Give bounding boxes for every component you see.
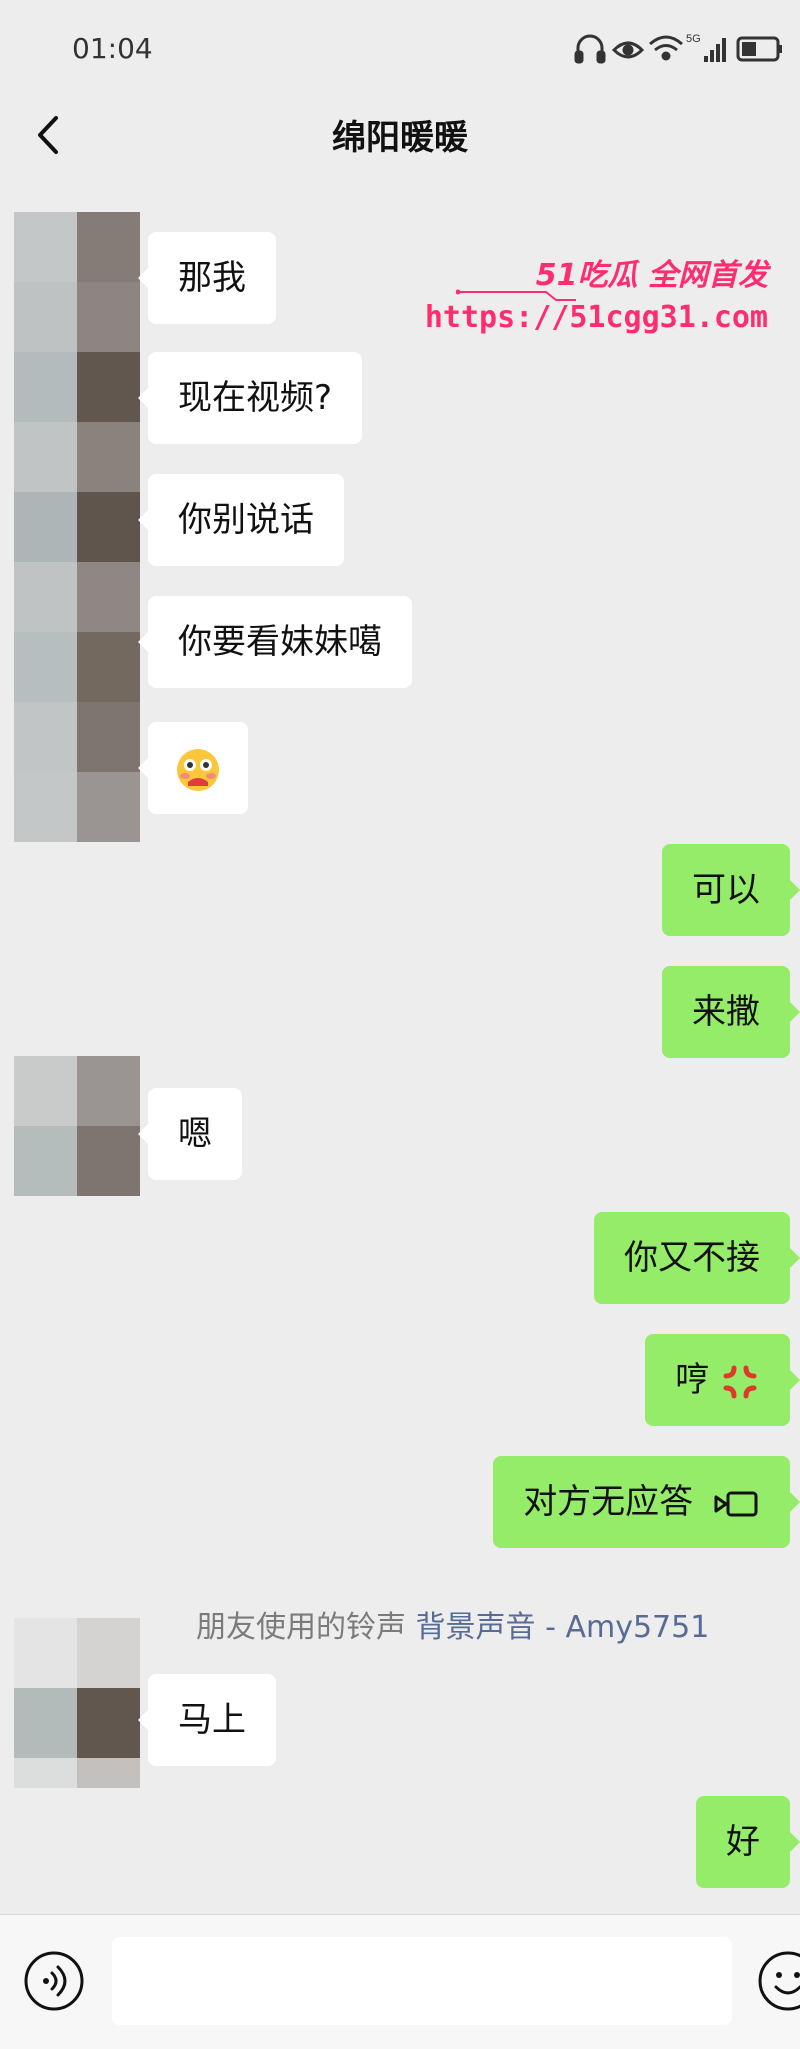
message-bubble[interactable]: 现在视频? [137, 352, 363, 444]
message-text: 对方无应答 [523, 1482, 694, 1522]
message-bubble[interactable]: 嗯 [138, 1088, 242, 1180]
watermark-url: https://51cgg31.com [424, 300, 768, 335]
message-bubble[interactable]: 你又不接 [594, 1212, 800, 1304]
anger-symbol-emoji [723, 1365, 757, 1398]
flushed-face-emoji [177, 748, 219, 791]
message-input[interactable] [112, 1937, 732, 2025]
status-time: 01:04 [72, 32, 153, 65]
message-list[interactable]: 那我 现在视频? 你别说话 你要看妹妹噶 可以 来撒 嗯 你又不接 哼 对方无应… [0, 176, 800, 1914]
ringtone-link[interactable]: 背景声音 - Amy5751 [416, 1610, 710, 1645]
message-bubble[interactable]: 好 [696, 1796, 800, 1888]
watermark: 51吃瓜 全网首发 https://51cgg31.com [425, 250, 776, 350]
message-bubble[interactable]: 可以 [662, 844, 800, 936]
emoji-icon[interactable] [756, 1949, 800, 2013]
headphones-icon [574, 34, 606, 64]
avatar[interactable] [14, 212, 140, 842]
eye-icon [611, 41, 645, 59]
battery-icon [736, 36, 782, 62]
ringtone-info: 朋友使用的铃声 背景声音 - Amy5751 [196, 1602, 709, 1646]
message-bubble[interactable]: 哼 [645, 1334, 800, 1426]
message-bubble[interactable]: 来撒 [662, 966, 800, 1058]
input-bar [0, 1914, 800, 2049]
message-text: 哼 [675, 1360, 710, 1400]
avatar[interactable] [14, 1056, 140, 1196]
chat-title: 绵阳暖暖 [332, 118, 468, 158]
status-icons: 5G [574, 33, 782, 64]
message-bubble[interactable]: 那我 [138, 232, 276, 324]
network-label: 5G [686, 33, 701, 45]
ringtone-prefix: 朋友使用的铃声 [196, 1610, 406, 1645]
wifi-icon [649, 35, 683, 61]
signal-icon [704, 38, 726, 62]
message-bubble[interactable]: 你别说话 [138, 474, 344, 566]
voice-icon[interactable] [22, 1949, 86, 2013]
message-bubble[interactable]: 你要看妹妹噶 [138, 596, 412, 688]
status-bar: 01:04 5G [0, 0, 800, 96]
call-status-bubble[interactable]: 对方无应答 [493, 1456, 800, 1548]
avatar[interactable] [14, 1618, 140, 1788]
message-bubble[interactable] [138, 722, 248, 814]
message-bubble[interactable]: 马上 [138, 1674, 276, 1766]
chat-header: 绵阳暖暖 [0, 96, 800, 176]
video-call-icon [714, 1491, 758, 1516]
